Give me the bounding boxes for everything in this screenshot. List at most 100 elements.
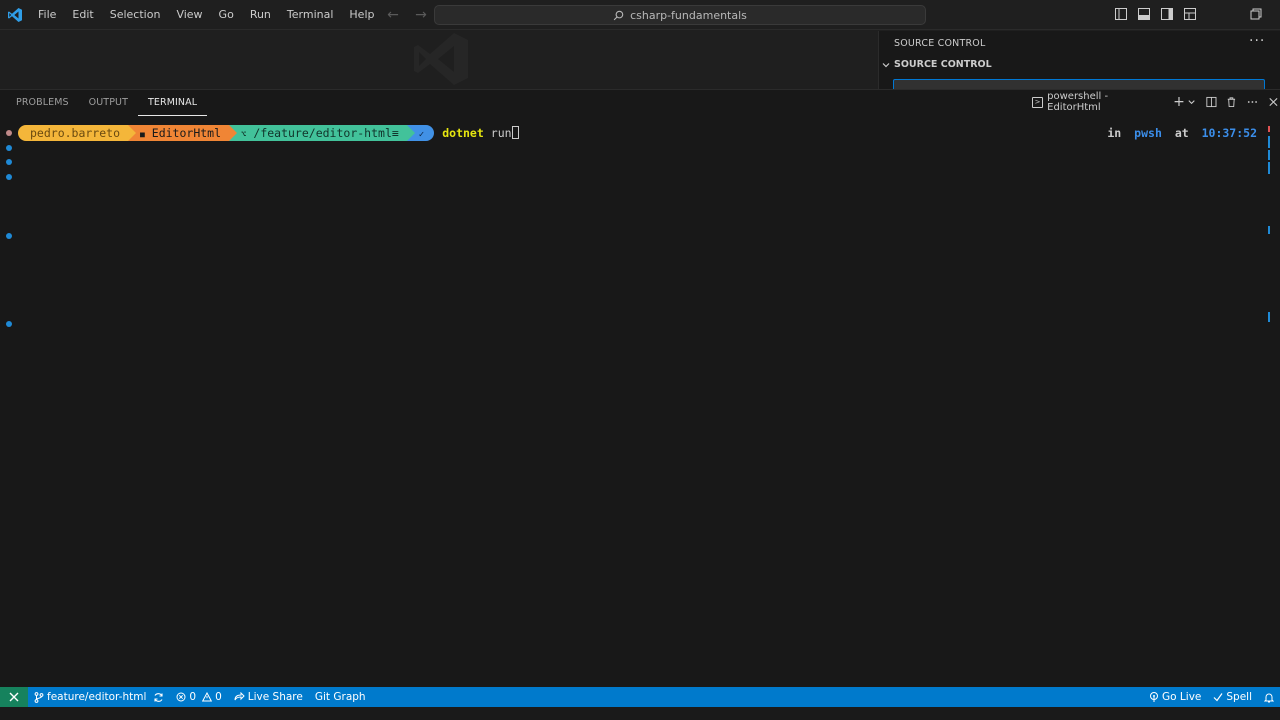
git-branch-icon	[34, 691, 44, 703]
command-name: dotnet	[442, 126, 484, 140]
go-live-label: Go Live	[1162, 691, 1202, 703]
command-center[interactable]: csharp-fundamentals	[434, 5, 926, 25]
menu-file[interactable]: File	[30, 0, 64, 30]
status-bar-right: Go Live Spell	[1143, 687, 1280, 707]
source-control-sidebar: SOURCE CONTROL ··· SOURCE CONTROL	[878, 31, 1280, 89]
spell-label: Spell	[1226, 691, 1252, 703]
error-count: 0	[189, 691, 197, 703]
live-share-icon	[234, 692, 245, 701]
rprompt-in: in	[1107, 126, 1122, 140]
scrollbar-marker	[1268, 162, 1270, 174]
window-restore-icon[interactable]	[1250, 8, 1262, 20]
rprompt-shell: pwsh	[1134, 126, 1162, 140]
sidebar-title: SOURCE CONTROL	[894, 38, 986, 49]
branch-name: feature/editor-html	[47, 691, 147, 703]
forward-arrow-icon[interactable]: →	[414, 7, 428, 23]
menu-run[interactable]: Run	[242, 0, 279, 30]
trash-icon[interactable]	[1225, 95, 1238, 109]
prompt-user-segment: pedro.barreto	[18, 125, 137, 141]
editor-area	[0, 31, 878, 89]
command-line: dotnet run	[442, 126, 519, 140]
tab-terminal[interactable]: TERMINAL	[137, 96, 208, 116]
remote-icon	[9, 692, 19, 702]
scrollbar-marker	[1268, 150, 1270, 160]
toggle-primary-sidebar-icon[interactable]	[1114, 7, 1128, 21]
workspace-name: csharp-fundamentals	[630, 8, 747, 22]
title-bar: File Edit Selection View Go Run Terminal…	[0, 0, 1280, 30]
git-graph[interactable]: Git Graph	[309, 687, 372, 707]
live-share[interactable]: Live Share	[228, 687, 309, 707]
command-decoration[interactable]	[6, 145, 12, 151]
commit-message-input[interactable]	[893, 79, 1265, 89]
check-icon: ✓	[418, 130, 425, 140]
live-share-label: Live Share	[247, 691, 303, 703]
menu-selection[interactable]: Selection	[102, 0, 169, 30]
rprompt-time: 10:37:52	[1201, 126, 1257, 140]
chevron-down-icon[interactable]	[1187, 97, 1196, 107]
search-icon	[613, 10, 624, 20]
layout-controls	[1114, 7, 1197, 21]
split-terminal-icon[interactable]	[1205, 95, 1218, 109]
command-decoration[interactable]	[6, 233, 12, 239]
back-arrow-icon[interactable]: ←	[386, 7, 400, 23]
panel-actions: > powershell - EditorHtml +	[1032, 91, 1280, 113]
vscode-watermark-icon	[414, 33, 468, 85]
navigation-arrows: ← →	[386, 7, 428, 23]
tab-output[interactable]: OUTPUT	[79, 96, 138, 116]
notifications[interactable]	[1258, 687, 1280, 707]
go-live[interactable]: Go Live	[1143, 687, 1207, 707]
menu-go[interactable]: Go	[211, 0, 242, 30]
terminal-name: powershell - EditorHtml	[1047, 91, 1109, 113]
prompt-separator	[128, 125, 137, 141]
menu-edit[interactable]: Edit	[64, 0, 101, 30]
tab-problems[interactable]: PROBLEMS	[6, 96, 79, 116]
prompt-folder: EditorHtml	[151, 126, 222, 140]
more-actions-icon[interactable]	[1246, 95, 1259, 109]
error-icon	[176, 692, 186, 702]
shell-prompt: pedro.barreto ■ EditorHtml ⌥ /feature/ed…	[18, 125, 519, 141]
terminal-selector[interactable]: > powershell - EditorHtml	[1032, 91, 1155, 113]
menu-terminal[interactable]: Terminal	[279, 0, 342, 30]
customize-layout-icon[interactable]	[1183, 7, 1197, 21]
prompt-git-segment: ⌥ /feature/editor-html≡	[229, 125, 415, 141]
broadcast-icon	[1150, 691, 1159, 702]
folder-icon: ■	[140, 130, 145, 139]
status-bar: feature/editor-html 0 0 Live Share Git G…	[0, 687, 1280, 707]
git-branch-icon: ⌥	[241, 130, 247, 140]
panel-tabs: PROBLEMS OUTPUT TERMINAL	[6, 96, 208, 116]
terminal-cursor	[511, 126, 519, 139]
panel: PROBLEMS OUTPUT TERMINAL > powershell - …	[0, 89, 1280, 688]
menu-bar: File Edit Selection View Go Run Terminal…	[30, 0, 382, 30]
problems-indicator[interactable]: 0 0	[170, 687, 227, 707]
scrollbar-marker	[1268, 136, 1270, 148]
command-args: run	[490, 126, 512, 140]
warning-count: 0	[215, 691, 222, 703]
command-decoration[interactable]	[6, 130, 12, 136]
terminal[interactable]: pedro.barreto ■ EditorHtml ⌥ /feature/ed…	[0, 120, 1280, 688]
bottom-strip	[0, 707, 1280, 720]
source-control-section-header[interactable]: SOURCE CONTROL	[881, 59, 992, 70]
scrollbar-marker	[1268, 226, 1270, 234]
prompt-separator	[229, 125, 238, 141]
spell-check[interactable]: Spell	[1207, 687, 1258, 707]
prompt-user: pedro.barreto	[30, 126, 121, 140]
check-icon	[1213, 693, 1223, 702]
menu-view[interactable]: View	[168, 0, 210, 30]
git-branch[interactable]: feature/editor-html	[28, 687, 170, 707]
git-graph-label: Git Graph	[314, 691, 366, 703]
menu-help[interactable]: Help	[341, 0, 382, 30]
toggle-panel-icon[interactable]	[1137, 7, 1151, 21]
command-decoration[interactable]	[6, 174, 12, 180]
command-decoration[interactable]	[6, 321, 12, 327]
command-decoration[interactable]	[6, 159, 12, 165]
new-terminal-icon[interactable]: +	[1173, 94, 1186, 110]
prompt-branch: /feature/editor-html≡	[253, 126, 399, 140]
prompt-separator	[406, 125, 415, 141]
more-actions-icon[interactable]: ···	[1249, 33, 1265, 49]
sync-icon[interactable]	[153, 692, 164, 703]
scrollbar-marker	[1268, 312, 1270, 322]
remote-indicator[interactable]	[0, 687, 28, 707]
chevron-down-icon	[882, 62, 890, 67]
close-icon[interactable]	[1267, 95, 1280, 109]
toggle-secondary-sidebar-icon[interactable]	[1160, 7, 1174, 21]
